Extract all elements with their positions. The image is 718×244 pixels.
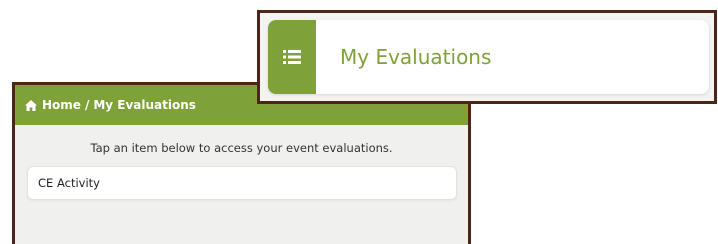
- phone-screen: Home / My Evaluations Tap an item below …: [12, 82, 471, 244]
- instruction-text: Tap an item below to access your event e…: [90, 141, 393, 155]
- screenshot-stage: Home / My Evaluations Tap an item below …: [0, 0, 718, 244]
- my-evaluations-card[interactable]: My Evaluations: [268, 20, 709, 94]
- list-icon: [268, 20, 316, 94]
- list-item-ce-activity[interactable]: CE Activity: [27, 166, 457, 200]
- breadcrumb-current: My Evaluations: [93, 98, 196, 112]
- callout-panel: My Evaluations: [257, 10, 717, 104]
- breadcrumb-home-link[interactable]: Home: [42, 98, 81, 112]
- main-content: Tap an item below to access your event e…: [15, 125, 468, 200]
- callout-title: My Evaluations: [340, 45, 492, 69]
- home-icon[interactable]: [25, 99, 37, 111]
- breadcrumb-separator: /: [84, 98, 90, 112]
- list-item-label: CE Activity: [38, 176, 100, 190]
